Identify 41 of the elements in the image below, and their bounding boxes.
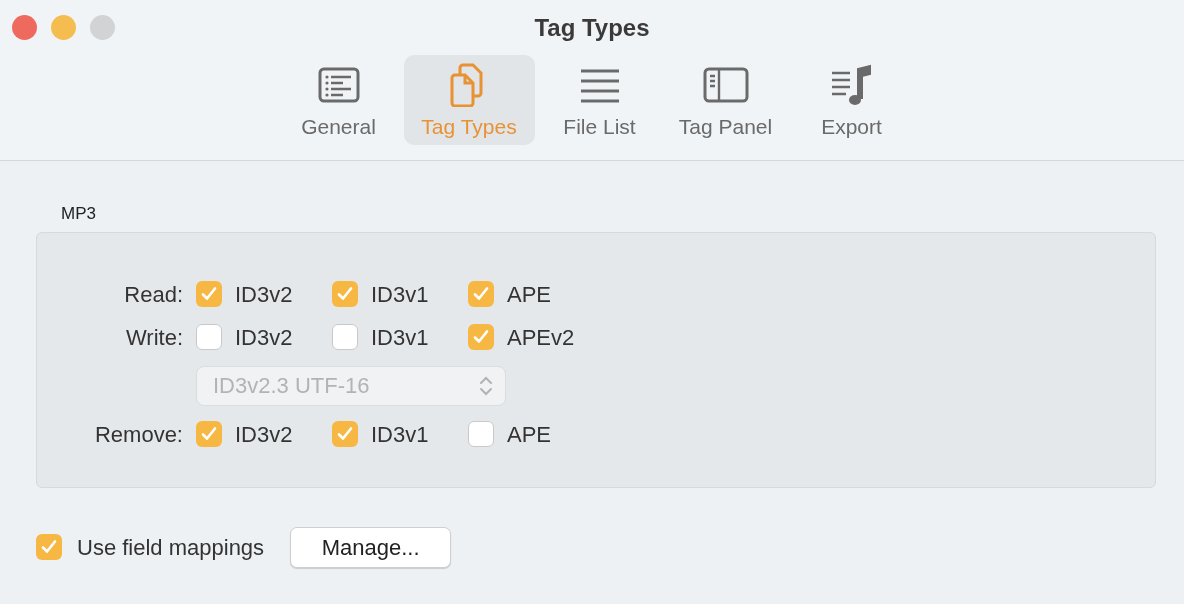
checkbox-label: Use field mappings — [77, 533, 265, 562]
checkbox-label: ID3v1 — [371, 323, 429, 352]
toolbar-tab[interactable]: Export — [790, 55, 913, 145]
checkmark-icon — [200, 285, 218, 303]
checkbox[interactable] — [332, 421, 358, 447]
row-label: Read: — [123, 280, 183, 309]
checkmark-icon — [336, 285, 354, 303]
checkmark-icon — [40, 538, 58, 556]
group-title: MP3 — [61, 203, 97, 225]
manage-button[interactable]: Manage... — [290, 526, 452, 568]
checkmark-icon — [472, 328, 490, 346]
checkbox[interactable] — [468, 281, 494, 307]
toolbar-tab[interactable]: File List — [538, 55, 661, 145]
checkbox-label: APE — [507, 280, 552, 309]
checkmark-icon — [336, 425, 354, 443]
checkmark-icon — [200, 425, 218, 443]
checkbox-label: APEv2 — [507, 323, 575, 352]
row-label: Remove: — [93, 420, 183, 449]
minimize-button[interactable] — [51, 15, 76, 40]
checkbox[interactable] — [468, 324, 494, 350]
checkbox-label: ID3v2 — [235, 280, 293, 309]
checkbox[interactable] — [196, 281, 222, 307]
toolbar-tab[interactable]: Tag Panel — [664, 55, 787, 145]
checkbox[interactable] — [332, 324, 358, 350]
checkbox[interactable] — [332, 281, 358, 307]
close-button[interactable] — [12, 15, 37, 40]
window-title: Tag Types — [534, 14, 650, 41]
chevron-updown-icon — [479, 374, 493, 397]
checkbox[interactable] — [36, 534, 62, 560]
zoom-button[interactable] — [90, 15, 115, 40]
checkbox-label: ID3v1 — [371, 280, 429, 309]
checkmark-icon — [472, 285, 490, 303]
checkbox-label: ID3v1 — [371, 420, 429, 449]
checkbox[interactable] — [196, 324, 222, 350]
checkbox-label: ID3v2 — [235, 420, 293, 449]
checkbox-label: ID3v2 — [235, 323, 293, 352]
row-label: Write: — [124, 323, 183, 352]
toolbar-tab[interactable]: General — [277, 55, 400, 145]
checkbox-label: APE — [507, 420, 552, 449]
checkbox[interactable] — [468, 421, 494, 447]
checkbox[interactable] — [196, 421, 222, 447]
